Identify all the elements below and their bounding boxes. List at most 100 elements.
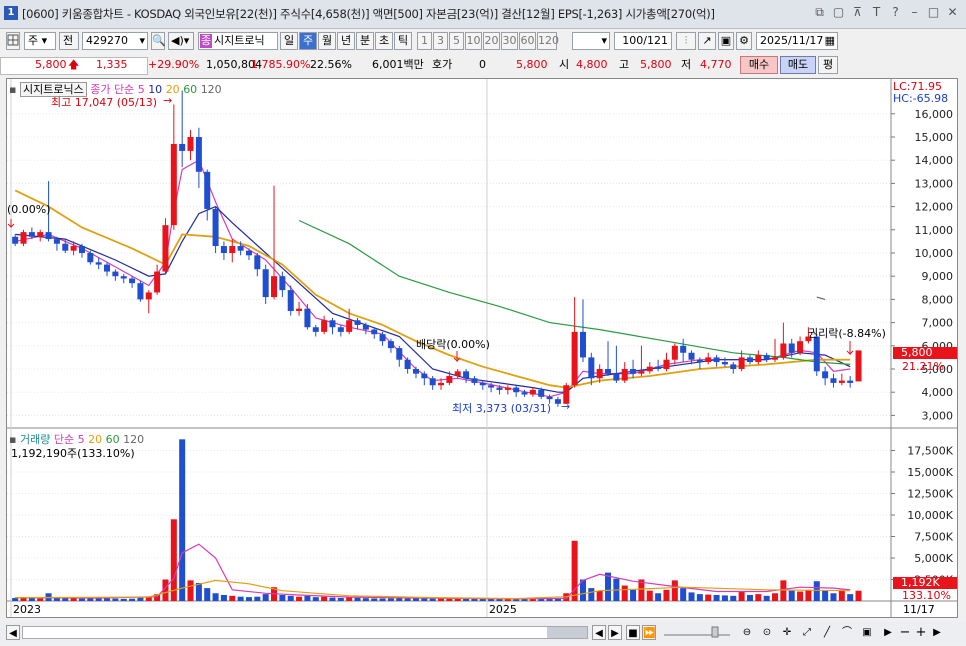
candle-body — [404, 359, 411, 369]
chart-area[interactable]: 3,0004,0005,0006,0007,0008,0009,00010,00… — [6, 78, 958, 618]
interval-60[interactable]: 60 — [519, 32, 536, 50]
candle-body — [772, 357, 779, 360]
y-tick-label: 3,000 — [922, 409, 954, 422]
text-tool-icon[interactable]: ⌒ — [838, 625, 856, 640]
candle-body — [688, 352, 695, 360]
date-input[interactable]: 2025/11/17 ▦ — [756, 32, 838, 50]
all-button[interactable]: 전 — [59, 32, 79, 50]
y-tick-label: 11,000 — [915, 224, 954, 237]
scroll-bar: ◀ ◀ ▶ ■ ⏩ ⊖ ⊙ ✛ ⤢ ╱ ⌒ ▣ ▶ − + ▶ — [0, 622, 966, 644]
play-forward-icon[interactable]: ▶ — [608, 625, 622, 640]
market-select[interactable]: 주 ▾ — [24, 32, 56, 50]
link-window-icon[interactable]: ⧉ — [812, 5, 827, 20]
candle-body — [371, 329, 378, 335]
period-1[interactable]: 주 — [299, 32, 317, 50]
candle-body — [780, 343, 787, 358]
stock-name-field[interactable]: 종 시지트로닉 — [198, 32, 278, 50]
volume-bar — [663, 589, 670, 601]
interval-10[interactable]: 10 — [465, 32, 482, 50]
vol-y-tick-label: 15,000K — [907, 466, 953, 479]
interval-input[interactable]: ▾ — [572, 32, 610, 50]
period-4[interactable]: 분 — [356, 32, 374, 50]
ruler-icon[interactable]: ⤢ — [798, 625, 816, 640]
trade-amount: 6,001백만 — [372, 58, 424, 71]
toolbar: 주 ▾ 전 429270 ▾ 🔍 ◀)▾ 종 시지트로닉 ▾ 100/121 ⫶ ↗… — [0, 30, 966, 52]
eval-button[interactable]: 평 — [818, 56, 838, 74]
volume-bar — [204, 588, 211, 601]
pin-icon[interactable]: ⊼ — [850, 5, 865, 20]
crosshair-icon[interactable]: ✛ — [778, 625, 796, 640]
zoom-minus-icon[interactable]: − — [898, 625, 912, 640]
volume-bar — [797, 591, 804, 601]
scroll-thumb[interactable] — [547, 627, 587, 638]
maximize-icon[interactable]: □ — [926, 5, 941, 20]
drawing-tool-icon[interactable]: ↗ — [698, 32, 716, 50]
settings-icon[interactable]: ⚙ — [736, 32, 752, 50]
candle-body — [145, 292, 152, 300]
volume-bar — [588, 588, 595, 601]
save-icon[interactable]: ▣ — [718, 32, 734, 50]
interval-20[interactable]: 20 — [483, 32, 500, 50]
line-tool-icon[interactable]: ╱ — [818, 625, 836, 640]
candle-body — [546, 396, 553, 400]
volume-bar — [179, 439, 186, 601]
y-tick-label: 8,000 — [922, 293, 954, 306]
period-6[interactable]: 틱 — [394, 32, 412, 50]
zoom-reset-icon[interactable]: ⊙ — [758, 625, 776, 640]
restore-icon[interactable]: ▢ — [831, 5, 846, 20]
y-tick-label: 13,000 — [915, 177, 954, 190]
period-5[interactable]: 초 — [375, 32, 393, 50]
sell-button[interactable]: 매도 — [780, 56, 816, 74]
period-0[interactable]: 일 — [280, 32, 298, 50]
help-icon[interactable]: ? — [888, 5, 903, 20]
volume-bar — [780, 580, 787, 601]
scroll-track[interactable] — [22, 626, 588, 639]
page-right-icon[interactable]: ▶ — [930, 625, 944, 640]
period-3[interactable]: 년 — [337, 32, 355, 50]
volume-bar — [763, 595, 770, 601]
candle-body — [705, 357, 712, 363]
volume-bar — [95, 598, 102, 601]
candle-body — [354, 320, 361, 325]
interval-3[interactable]: 3 — [433, 32, 448, 50]
volume-bar — [354, 597, 361, 601]
interval-30[interactable]: 30 — [501, 32, 518, 50]
volume-bar — [371, 598, 378, 601]
search-icon[interactable]: 🔍 — [151, 32, 166, 50]
close-icon[interactable]: ✕ — [945, 5, 960, 20]
stock-code-input[interactable]: 429270 ▾ — [82, 32, 148, 50]
fast-forward-icon[interactable]: ⏩ — [642, 625, 656, 640]
zoom-out-icon[interactable]: ⊖ — [738, 625, 756, 640]
candle-body — [471, 378, 478, 383]
speaker-icon[interactable]: ◀)▾ — [168, 32, 194, 50]
scroll-right-icon[interactable]: ▶ — [880, 625, 896, 640]
candle-body — [87, 253, 94, 263]
interval-5[interactable]: 5 — [449, 32, 464, 50]
candle-body — [154, 271, 161, 293]
volume-bar — [680, 588, 687, 601]
volume-bar — [705, 594, 712, 601]
y-tick-label: 4,000 — [922, 386, 954, 399]
candle-body — [488, 385, 495, 388]
volume-bar — [337, 597, 344, 601]
interval-1[interactable]: 1 — [417, 32, 432, 50]
interval-120[interactable]: 120 — [537, 32, 559, 50]
speed-slider[interactable] — [662, 625, 732, 640]
period-2[interactable]: 월 — [318, 32, 336, 50]
volume-bar — [37, 598, 44, 601]
candle-type-icon[interactable]: ⫶ — [676, 32, 696, 50]
minimize-icon[interactable]: – — [907, 5, 922, 20]
candle-body — [738, 357, 745, 369]
grid-toggle-icon[interactable] — [6, 32, 20, 50]
color-icon[interactable]: ▣ — [858, 625, 876, 640]
count-input[interactable]: 100/121 — [614, 32, 672, 50]
font-icon[interactable]: T — [869, 5, 884, 20]
scroll-left-icon[interactable]: ◀ — [6, 625, 20, 640]
play-back-icon[interactable]: ◀ — [592, 625, 606, 640]
buy-button[interactable]: 매수 — [740, 56, 778, 74]
zoom-plus-icon[interactable]: + — [914, 625, 928, 640]
volume-bar — [12, 597, 19, 601]
stop-icon[interactable]: ■ — [626, 625, 640, 640]
candle-body — [279, 276, 286, 291]
candle-body — [621, 369, 628, 381]
